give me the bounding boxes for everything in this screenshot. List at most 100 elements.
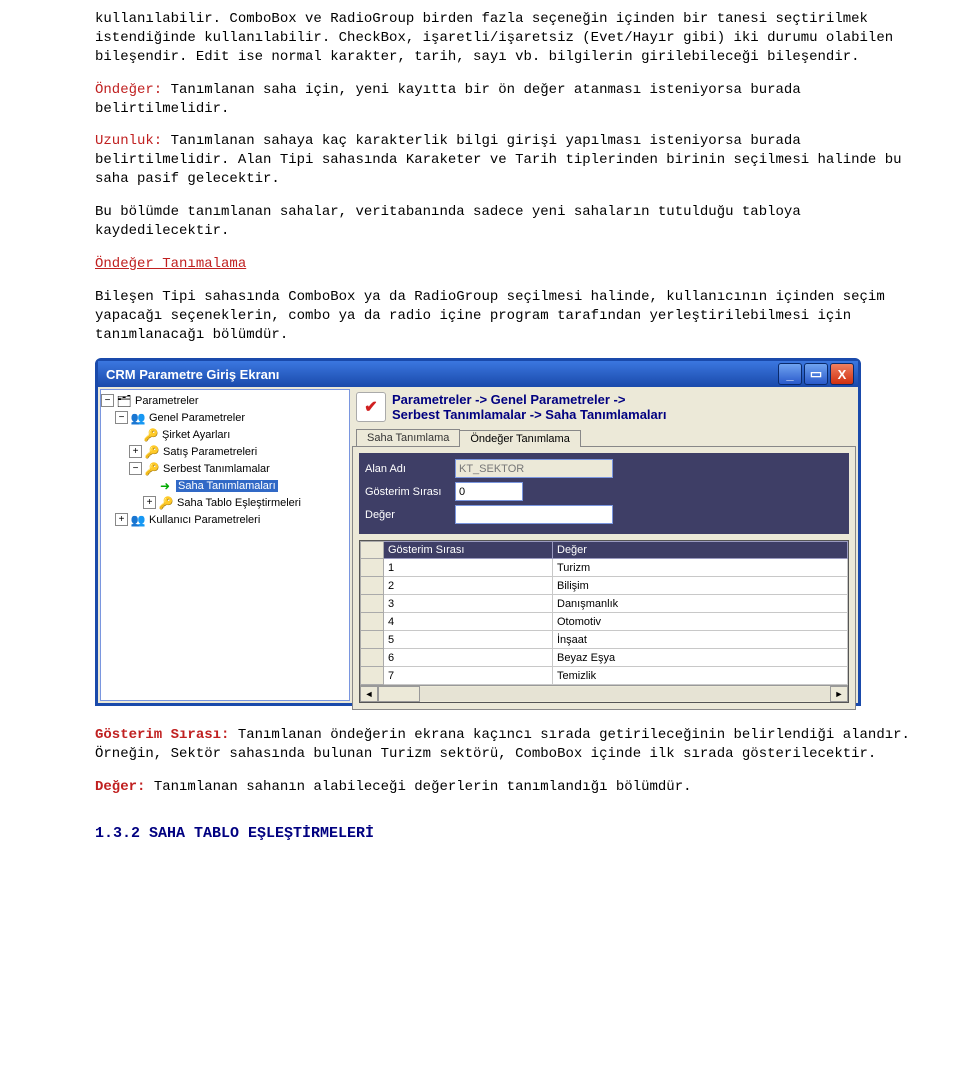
label-deger: Değer	[365, 509, 455, 521]
tree-label: Saha Tablo Eşleştirmeleri	[177, 497, 301, 509]
grid-cell[interactable]: 1	[384, 559, 553, 577]
tab-panel: Alan Adı KT_SEKTOR Gösterim Sırası 0 Değ…	[352, 446, 856, 710]
row-selector[interactable]	[361, 613, 384, 631]
scroll-track[interactable]	[420, 687, 830, 701]
body-paragraph: Gösterim Sırası: Tanımlanan öndeğerin ek…	[95, 726, 920, 764]
grid-cell[interactable]: 7	[384, 667, 553, 685]
tree-node-saha-tablo[interactable]: + 🔑 Saha Tablo Eşleştirmeleri	[101, 494, 349, 511]
section-link: Öndeğer Tanımalama	[95, 255, 920, 274]
tab-strip: Saha Tanımlama Öndeğer Tanımlama	[352, 429, 856, 446]
tree-label: Genel Parametreler	[149, 412, 245, 424]
expand-icon[interactable]: +	[115, 513, 128, 526]
alan-adi-field: KT_SEKTOR	[455, 459, 613, 478]
tree-node-sirket[interactable]: 🔑 Şirket Ayarları	[101, 426, 349, 443]
keyword-ondeger: Öndeğer:	[95, 82, 162, 98]
keyword-deger: Değer:	[95, 779, 145, 795]
grid-header-gosterim[interactable]: Gösterim Sırası	[384, 542, 553, 559]
row-selector[interactable]	[361, 667, 384, 685]
row-selector[interactable]	[361, 577, 384, 595]
tree-node-genel[interactable]: − 👥 Genel Parametreler	[101, 409, 349, 426]
scroll-right-icon[interactable]: ►	[830, 686, 848, 702]
check-icon: ✔	[356, 392, 386, 422]
users-icon: 👥	[130, 411, 146, 425]
keyword-uzunluk: Uzunluk:	[95, 133, 162, 149]
tree-view[interactable]: − 🗂 Parametreler − 👥 Genel Parametreler …	[100, 389, 350, 701]
tree-label: Serbest Tanımlamalar	[163, 463, 270, 475]
app-window: CRM Parametre Giriş Ekranı _ ▭ X − 🗂 Par…	[95, 358, 861, 706]
data-grid[interactable]: Gösterim Sırası Değer 1Turizm 2Bilişim 3…	[359, 540, 849, 703]
content-pane: ✔ Parametreler -> Genel Parametreler -> …	[352, 389, 856, 701]
grid-corner	[361, 542, 384, 559]
tree-node-serbest[interactable]: − 🔑 Serbest Tanımlamalar	[101, 460, 349, 477]
expand-icon[interactable]: +	[143, 496, 156, 509]
grid-cell[interactable]: 3	[384, 595, 553, 613]
maximize-button[interactable]: ▭	[804, 363, 828, 385]
breadcrumb: ✔ Parametreler -> Genel Parametreler -> …	[352, 389, 856, 425]
grid-cell[interactable]: 6	[384, 649, 553, 667]
breadcrumb-line: Parametreler -> Genel Parametreler ->	[392, 392, 666, 407]
collapse-icon[interactable]: −	[101, 394, 114, 407]
body-paragraph: kullanılabilir. ComboBox ve RadioGroup b…	[95, 10, 920, 67]
grid-cell[interactable]: İnşaat	[553, 631, 848, 649]
tree-node-saha-tanim[interactable]: ➜ Saha Tanımlamaları	[101, 477, 349, 494]
collapse-icon[interactable]: −	[129, 462, 142, 475]
row-selector[interactable]	[361, 649, 384, 667]
close-button[interactable]: X	[830, 363, 854, 385]
key-icon: 🔑	[144, 445, 160, 459]
collapse-icon[interactable]: −	[115, 411, 128, 424]
label-gosterim: Gösterim Sırası	[365, 486, 455, 498]
grid-cell[interactable]: Otomotiv	[553, 613, 848, 631]
body-paragraph: Değer: Tanımlanan sahanın alabileceği de…	[95, 778, 920, 797]
titlebar: CRM Parametre Giriş Ekranı _ ▭ X	[98, 361, 858, 387]
grid-cell[interactable]: 2	[384, 577, 553, 595]
key-icon: 🔑	[143, 428, 159, 442]
tab-saha-tanimlama[interactable]: Saha Tanımlama	[356, 429, 460, 446]
grid-cell[interactable]: Temizlik	[553, 667, 848, 685]
arrow-right-icon: ➜	[157, 479, 173, 493]
window-title: CRM Parametre Giriş Ekranı	[102, 367, 776, 382]
deger-field[interactable]	[455, 505, 613, 524]
tree-label: Satış Parametreleri	[163, 446, 257, 458]
breadcrumb-line: Serbest Tanımlamalar -> Saha Tanımlamala…	[392, 407, 666, 422]
scroll-left-icon[interactable]: ◄	[360, 686, 378, 702]
grid-cell[interactable]: Beyaz Eşya	[553, 649, 848, 667]
scroll-thumb[interactable]	[378, 686, 420, 702]
keyword-gosterim-sirasi: Gösterim Sırası:	[95, 727, 229, 743]
folder-icon: 🗂	[116, 394, 132, 408]
grid-cell[interactable]: Bilişim	[553, 577, 848, 595]
expand-icon[interactable]: +	[129, 445, 142, 458]
body-paragraph: Bileşen Tipi sahasında ComboBox ya da Ra…	[95, 288, 920, 345]
minimize-button[interactable]: _	[778, 363, 802, 385]
tree-label: Kullanıcı Parametreleri	[149, 514, 260, 526]
row-selector[interactable]	[361, 595, 384, 613]
row-selector[interactable]	[361, 559, 384, 577]
grid-cell[interactable]: Turizm	[553, 559, 848, 577]
tree-label-selected: Saha Tanımlamaları	[176, 480, 278, 492]
key-icon: 🔑	[158, 496, 174, 510]
paragraph-text: Tanımlanan saha için, yeni kayıtta bir ö…	[95, 82, 801, 117]
tree-label: Parametreler	[135, 395, 199, 407]
tree-label: Şirket Ayarları	[162, 429, 230, 441]
tree-node-satis[interactable]: + 🔑 Satış Parametreleri	[101, 443, 349, 460]
paragraph-text: Tanımlanan sahanın alabileceği değerleri…	[145, 779, 691, 795]
grid-cell[interactable]: Danışmanlık	[553, 595, 848, 613]
grid-cell[interactable]: 4	[384, 613, 553, 631]
label-alan-adi: Alan Adı	[365, 463, 455, 475]
section-heading: 1.3.2 SAHA TABLO EŞLEŞTİRMELERİ	[95, 825, 920, 842]
link-ondeger-tanimlama: Öndeğer Tanımalama	[95, 256, 246, 272]
grid-header-deger[interactable]: Değer	[553, 542, 848, 559]
body-paragraph: Uzunluk: Tanımlanan sahaya kaç karakterl…	[95, 132, 920, 189]
tree-node-parametreler[interactable]: − 🗂 Parametreler	[101, 392, 349, 409]
form-area: Alan Adı KT_SEKTOR Gösterim Sırası 0 Değ…	[359, 453, 849, 534]
row-selector[interactable]	[361, 631, 384, 649]
users-icon: 👥	[130, 513, 146, 527]
gosterim-sirasi-field[interactable]: 0	[455, 482, 523, 501]
body-paragraph: Öndeğer: Tanımlanan saha için, yeni kayı…	[95, 81, 920, 119]
tree-node-kullanici[interactable]: + 👥 Kullanıcı Parametreleri	[101, 511, 349, 528]
body-paragraph: Bu bölümde tanımlanan sahalar, veritaban…	[95, 203, 920, 241]
paragraph-text: Tanımlanan sahaya kaç karakterlik bilgi …	[95, 133, 902, 187]
grid-cell[interactable]: 5	[384, 631, 553, 649]
key-icon: 🔑	[144, 462, 160, 476]
horizontal-scrollbar[interactable]: ◄ ►	[360, 685, 848, 702]
tab-ondeger-tanimlama[interactable]: Öndeğer Tanımlama	[459, 430, 580, 447]
